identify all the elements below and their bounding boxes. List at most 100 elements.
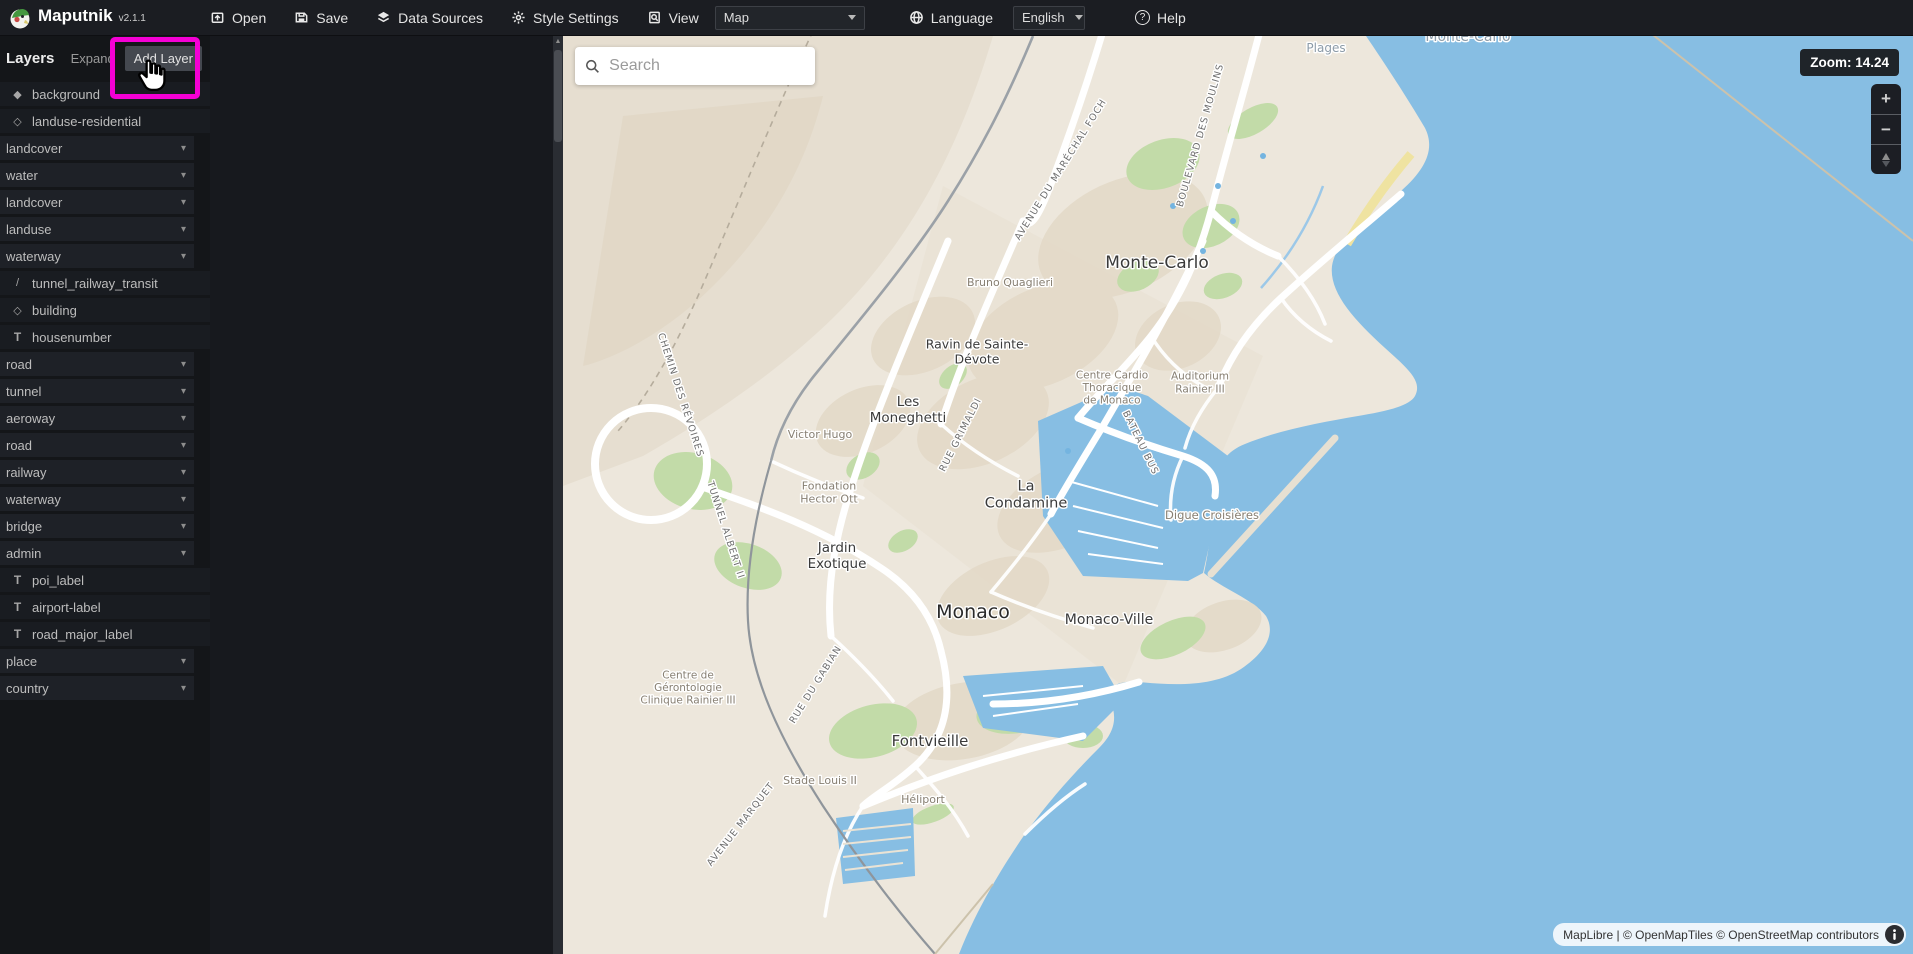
layer-row-road[interactable]: road▾ bbox=[0, 352, 194, 376]
open-label: Open bbox=[232, 10, 266, 26]
map-label: Fontvieille bbox=[892, 732, 969, 750]
layer-row-road[interactable]: road▾ bbox=[0, 433, 194, 457]
chevron-down-icon[interactable]: ▾ bbox=[181, 224, 186, 235]
map-label: Bruno Quaglieri bbox=[967, 276, 1053, 289]
view-label: View bbox=[669, 10, 699, 26]
zoom-level-indicator: Zoom: 14.24 bbox=[1800, 49, 1899, 76]
text-icon: T bbox=[10, 573, 25, 587]
line-icon: / bbox=[10, 277, 25, 289]
app-brand: Maputnik v2.1.1 bbox=[0, 6, 196, 30]
layer-label: bridge bbox=[6, 519, 42, 534]
layer-row-tunnel_railway_transit[interactable]: /tunnel_railway_transit bbox=[0, 271, 210, 295]
sidebar-scrollbar[interactable]: ▲ bbox=[553, 36, 563, 954]
compass-button[interactable] bbox=[1871, 144, 1901, 174]
layer-row-airport-label[interactable]: Tairport-label bbox=[0, 595, 210, 619]
layer-list: ◆background ◇landuse-residential landcover… bbox=[0, 80, 210, 700]
layer-row-landuse-residential[interactable]: ◇landuse-residential bbox=[0, 109, 210, 133]
attribution-text: MapLibre | © OpenMapTiles © OpenStreetMa… bbox=[1563, 928, 1879, 942]
layer-label: aeroway bbox=[6, 411, 55, 426]
map-label: AuditoriumRainier III bbox=[1171, 371, 1229, 396]
data-sources-button[interactable]: Data Sources bbox=[362, 0, 497, 35]
layer-row-bridge[interactable]: bridge ▾ bbox=[0, 514, 194, 538]
maputnik-logo-icon bbox=[8, 6, 32, 30]
chevron-down-icon[interactable]: ▾ bbox=[181, 494, 186, 505]
open-button[interactable]: Open bbox=[196, 0, 280, 35]
layer-row-landuse[interactable]: landuse ▾ bbox=[0, 217, 194, 241]
chevron-down-icon[interactable]: ▾ bbox=[181, 656, 186, 667]
search-input[interactable] bbox=[609, 57, 805, 75]
open-icon bbox=[210, 10, 225, 25]
attribution-info-button[interactable] bbox=[1885, 925, 1904, 944]
language-select[interactable]: English bbox=[1013, 6, 1085, 30]
layer-label: poi_label bbox=[32, 573, 84, 588]
layer-row-building[interactable]: ◇ building bbox=[0, 298, 210, 322]
data-sources-icon bbox=[376, 10, 391, 25]
style-settings-button[interactable]: Style Settings bbox=[497, 0, 633, 35]
help-icon: ? bbox=[1135, 10, 1150, 25]
view-button[interactable]: View bbox=[633, 0, 713, 35]
map-label: Monte-Carlo bbox=[1105, 253, 1209, 273]
layer-row-waterway[interactable]: waterway ▾ bbox=[0, 487, 194, 511]
map-label: Digue Croisières bbox=[1165, 508, 1259, 522]
save-label: Save bbox=[316, 10, 348, 26]
chevron-down-icon[interactable]: ▾ bbox=[181, 521, 186, 532]
chevron-down-icon[interactable]: ▾ bbox=[181, 467, 186, 478]
chevron-down-icon[interactable]: ▾ bbox=[181, 413, 186, 424]
chevron-down-icon[interactable]: ▾ bbox=[181, 548, 186, 559]
view-select-value: Map bbox=[724, 10, 749, 25]
chevron-down-icon bbox=[848, 15, 856, 20]
save-button[interactable]: Save bbox=[280, 0, 362, 35]
layer-row-tunnel[interactable]: tunnel▾ bbox=[0, 379, 194, 403]
layer-row-landcover[interactable]: landcover ▾ bbox=[0, 136, 194, 160]
layer-row-housenumber[interactable]: Thousenumber bbox=[0, 325, 210, 349]
zoom-in-button[interactable]: + bbox=[1871, 84, 1901, 114]
chevron-down-icon[interactable]: ▾ bbox=[181, 143, 186, 154]
map-search[interactable] bbox=[575, 47, 815, 85]
layer-row-landcover[interactable]: landcover▾ bbox=[0, 190, 194, 214]
layer-row-poi_label[interactable]: Tpoi_label bbox=[0, 568, 210, 592]
chevron-down-icon[interactable]: ▾ bbox=[181, 359, 186, 370]
layer-row-background[interactable]: ◆background bbox=[0, 82, 210, 106]
zoom-out-button[interactable]: − bbox=[1871, 114, 1901, 144]
layer-row-road_major_label[interactable]: Troad_major_label bbox=[0, 622, 210, 646]
map-label: Monte-Carlo bbox=[1425, 36, 1510, 45]
layer-label: landuse bbox=[6, 222, 52, 237]
layer-row-country[interactable]: country ▾ bbox=[0, 676, 194, 700]
scrollbar-thumb[interactable] bbox=[554, 50, 562, 142]
map-canvas[interactable]: PlagesMonte-CarloMonte-CarloBruno Quagli… bbox=[563, 36, 1913, 954]
view-select[interactable]: Map bbox=[715, 6, 865, 30]
layer-row-water[interactable]: water ▾ bbox=[0, 163, 194, 187]
chevron-down-icon[interactable]: ▾ bbox=[181, 170, 186, 181]
diamond-outline-icon: ◇ bbox=[10, 304, 25, 317]
chevron-down-icon[interactable]: ▾ bbox=[181, 197, 186, 208]
layer-label: country bbox=[6, 681, 49, 696]
chevron-down-icon[interactable]: ▾ bbox=[181, 386, 186, 397]
chevron-down-icon[interactable]: ▾ bbox=[181, 440, 186, 451]
layer-label: building bbox=[32, 303, 77, 318]
layer-label: waterway bbox=[6, 492, 61, 507]
layer-label: railway bbox=[6, 465, 46, 480]
map-render: PlagesMonte-CarloMonte-CarloBruno Quagli… bbox=[563, 36, 1913, 954]
layer-label: water bbox=[6, 168, 38, 183]
search-icon bbox=[585, 58, 600, 75]
layer-label: housenumber bbox=[32, 330, 112, 345]
help-button[interactable]: ? Help bbox=[1121, 0, 1200, 35]
layer-row-place[interactable]: place▾ bbox=[0, 649, 194, 673]
chevron-down-icon[interactable]: ▾ bbox=[181, 251, 186, 262]
globe-icon bbox=[909, 10, 924, 25]
layer-label: landcover bbox=[6, 141, 62, 156]
layer-row-waterway[interactable]: waterway▾ bbox=[0, 244, 194, 268]
layer-label: background bbox=[32, 87, 100, 102]
compass-icon bbox=[1880, 152, 1892, 168]
chevron-down-icon[interactable]: ▾ bbox=[181, 683, 186, 694]
chevron-down-icon bbox=[1075, 15, 1083, 20]
gear-icon bbox=[511, 10, 526, 25]
expand-link[interactable]: Expand bbox=[71, 51, 115, 66]
layer-row-admin[interactable]: admin▾ bbox=[0, 541, 194, 565]
map-label: FondationHector Ott bbox=[800, 479, 858, 505]
layer-row-railway[interactable]: railway ▾ bbox=[0, 460, 194, 484]
map-label: Héliport bbox=[901, 793, 945, 806]
language-button[interactable]: Language bbox=[895, 0, 1007, 35]
scroll-up-icon[interactable]: ▲ bbox=[555, 36, 562, 48]
layer-row-aeroway[interactable]: aeroway ▾ bbox=[0, 406, 194, 430]
